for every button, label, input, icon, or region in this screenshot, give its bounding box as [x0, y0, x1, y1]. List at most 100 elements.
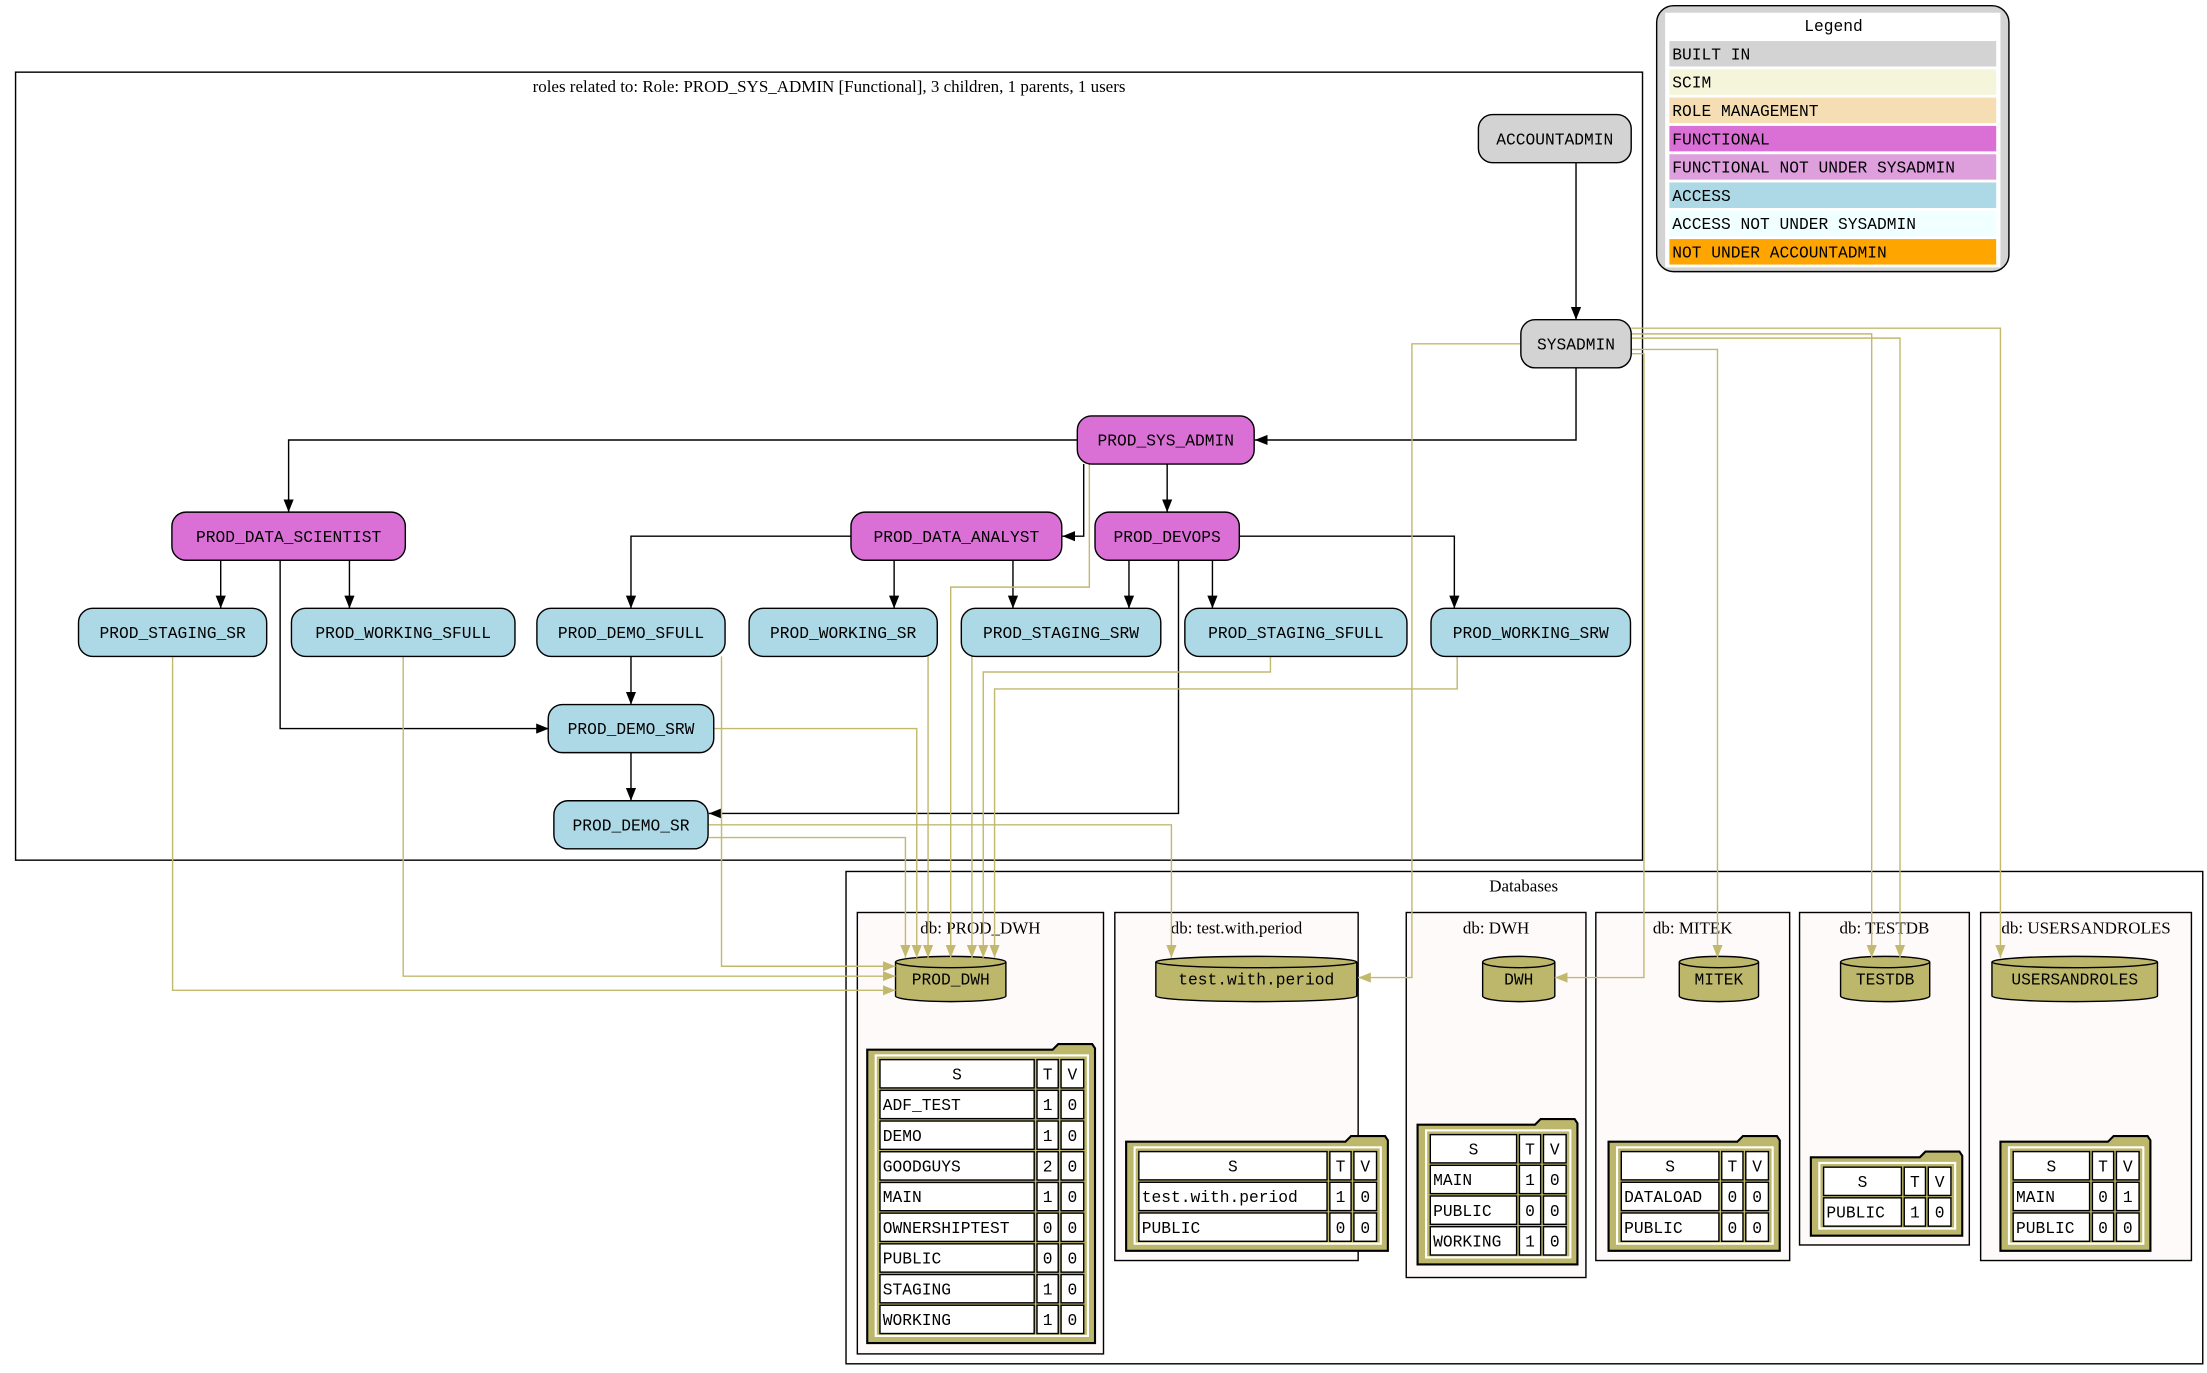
role-label: PROD_DEMO_SR [572, 816, 689, 835]
column-header: V [1360, 1157, 1370, 1176]
legend-label: BUILT IN [1672, 45, 1750, 64]
schema-table-row: MAIN 0 1 [2012, 1181, 2140, 1212]
schema-table-row: PUBLIC 0 0 [1429, 1195, 1567, 1226]
role-node-prod-demo-sfull[interactable]: PROD_DEMO_SFULL [536, 607, 726, 658]
schema-name: MAIN [883, 1188, 922, 1207]
table-count: 1 [1910, 1204, 1920, 1223]
database-cylinder[interactable]: DWH [1481, 955, 1556, 1003]
column-header: S [1665, 1157, 1675, 1176]
table-count: 1 [1043, 1188, 1053, 1207]
database-cylinder[interactable]: PROD_DWH [894, 955, 1007, 1003]
schema-table-row: MAIN 1 0 [1429, 1164, 1567, 1195]
column-header: T [1043, 1065, 1053, 1084]
role-node-prod-demo-srw[interactable]: PROD_DEMO_SRW [547, 703, 715, 754]
role-label: PROD_STAGING_SRW [983, 624, 1139, 643]
role-node-prod-sys-admin[interactable]: PROD_SYS_ADMIN [1076, 415, 1255, 465]
view-count: 0 [1752, 1188, 1762, 1207]
table-count: 2 [1043, 1158, 1053, 1177]
role-node-sysadmin[interactable]: SYSADMIN [1520, 319, 1632, 369]
legend-item: ACCESS [1669, 182, 1997, 208]
schema-table-row: STAGING 1 0 [879, 1273, 1085, 1304]
legend-swatch [1669, 69, 1997, 95]
roles-cluster: roles related to: Role: PROD_SYS_ADMIN [… [14, 71, 1644, 861]
role-label: PROD_DEMO_SRW [568, 720, 695, 739]
db-cluster-title: db: PROD_DWH [920, 919, 1040, 938]
table-count: 0 [2098, 1188, 2108, 1207]
schema-name: WORKING [1433, 1233, 1501, 1252]
role-node-prod-staging-sfull[interactable]: PROD_STAGING_SFULL [1184, 607, 1408, 658]
role-node-prod-devops[interactable]: PROD_DEVOPS [1094, 511, 1241, 561]
schema-table-row: PUBLIC 0 0 [879, 1243, 1085, 1273]
role-node-prod-demo-sr[interactable]: PROD_DEMO_SR [553, 800, 709, 850]
schema-name: PUBLIC [2016, 1219, 2075, 1238]
legend-label: FUNCTIONAL NOT UNDER SYSADMIN [1672, 159, 1955, 178]
schema-table-row: DATALOAD 0 0 [1620, 1181, 1770, 1212]
schema-table-row: MAIN 1 0 [879, 1181, 1085, 1212]
databases-cluster-title: Databases [1489, 876, 1558, 895]
db-cluster-title: db: MITEK [1653, 919, 1733, 938]
column-header: T [1727, 1157, 1737, 1176]
role-label: PROD_WORKING_SR [770, 624, 917, 643]
db-cluster-title: db: TESTDB [1840, 919, 1930, 938]
database-cylinder[interactable]: TESTDB [1839, 955, 1931, 1003]
role-label: PROD_SYS_ADMIN [1097, 432, 1234, 451]
schema-folder: S T VDATALOAD 0 0PUBLIC 0 0 [1607, 1134, 1781, 1252]
view-count: 0 [1067, 1096, 1077, 1115]
databases-cluster: Databases db: PROD_DWHPROD_DWHS T VADF_TES… [845, 870, 2204, 1365]
column-header: V [1752, 1157, 1762, 1176]
schema-name: PUBLIC [1624, 1219, 1683, 1238]
column-header: S [1469, 1140, 1479, 1159]
role-node-accountadmin[interactable]: ACCOUNTADMIN [1477, 113, 1632, 164]
database-cylinder[interactable]: MITEK [1678, 955, 1760, 1003]
schema-table-row: PUBLIC 1 0 [1822, 1197, 1952, 1227]
db-cluster: db: PROD_DWHPROD_DWHS T VADF_TEST 1 0DEMO 1 0G… [856, 911, 1105, 1355]
database-name: DWH [1504, 971, 1533, 990]
legend-label: ROLE MANAGEMENT [1672, 102, 1819, 121]
view-count: 0 [1360, 1188, 1370, 1207]
column-header: S [1228, 1157, 1238, 1176]
table-count: 0 [1727, 1219, 1737, 1238]
role-node-prod-working-sfull[interactable]: PROD_WORKING_SFULL [290, 607, 516, 658]
database-name: test.with.period [1178, 971, 1334, 990]
schema-name: PUBLIC [883, 1250, 942, 1269]
schema-table-header: S TV [2012, 1150, 2140, 1181]
db-cluster: db: MITEKMITEKS T VDATALOAD 0 0PUBLIC 0 0 [1595, 911, 1791, 1262]
role-node-prod-working-srw[interactable]: PROD_WORKING_SRW [1430, 607, 1632, 658]
grant-edge [1631, 333, 1877, 958]
schema-name: MAIN [1433, 1171, 1472, 1190]
schema-table-row: PUBLIC 0 0 [1138, 1212, 1378, 1242]
schema-name: DATALOAD [1624, 1188, 1702, 1207]
view-count: 0 [1550, 1202, 1560, 1221]
view-count: 0 [1360, 1219, 1370, 1238]
column-header: T [1525, 1140, 1535, 1159]
schema-table-row: WORKING 1 0 [1429, 1226, 1567, 1256]
table-count: 0 [1043, 1219, 1053, 1238]
schema-table-row: GOODGUYS 2 0 [879, 1151, 1085, 1181]
role-node-prod-working-sr[interactable]: PROD_WORKING_SR [748, 607, 938, 658]
db-cluster-title: db: DWH [1463, 919, 1529, 938]
role-node-prod-staging-srw[interactable]: PROD_STAGING_SRW [960, 607, 1162, 658]
role-label: PROD_WORKING_SFULL [315, 624, 491, 643]
database-cylinder[interactable]: USERSANDROLES [1991, 955, 2159, 1003]
database-name: TESTDB [1856, 971, 1915, 990]
table-count: 1 [1043, 1280, 1053, 1299]
role-label: PROD_STAGING_SR [99, 624, 246, 643]
column-header: T [1910, 1173, 1920, 1192]
view-count: 0 [1067, 1188, 1077, 1207]
column-header: V [2123, 1157, 2133, 1176]
table-count: 0 [2098, 1219, 2108, 1238]
legend-label: FUNCTIONAL [1672, 130, 1770, 149]
schema-table-row: test.with.period 1 0 [1138, 1181, 1378, 1212]
schema-name: PUBLIC [1142, 1219, 1201, 1238]
column-header: S [1858, 1173, 1868, 1192]
role-node-prod-data-analyst[interactable]: PROD_DATA_ANALYST [850, 511, 1063, 561]
table-count: 0 [1525, 1202, 1535, 1221]
role-node-prod-data-scientist[interactable]: PROD_DATA_SCIENTIST [171, 511, 407, 561]
schema-table-row: PUBLIC 0 0 [1620, 1212, 1770, 1242]
view-count: 0 [1067, 1158, 1077, 1177]
role-label: PROD_DATA_ANALYST [873, 528, 1039, 547]
schema-name: ADF_TEST [883, 1096, 961, 1115]
role-node-prod-staging-sr[interactable]: PROD_STAGING_SR [77, 607, 268, 658]
database-cylinder[interactable]: test.with.period [1155, 955, 1358, 1003]
column-header: T [1336, 1157, 1346, 1176]
